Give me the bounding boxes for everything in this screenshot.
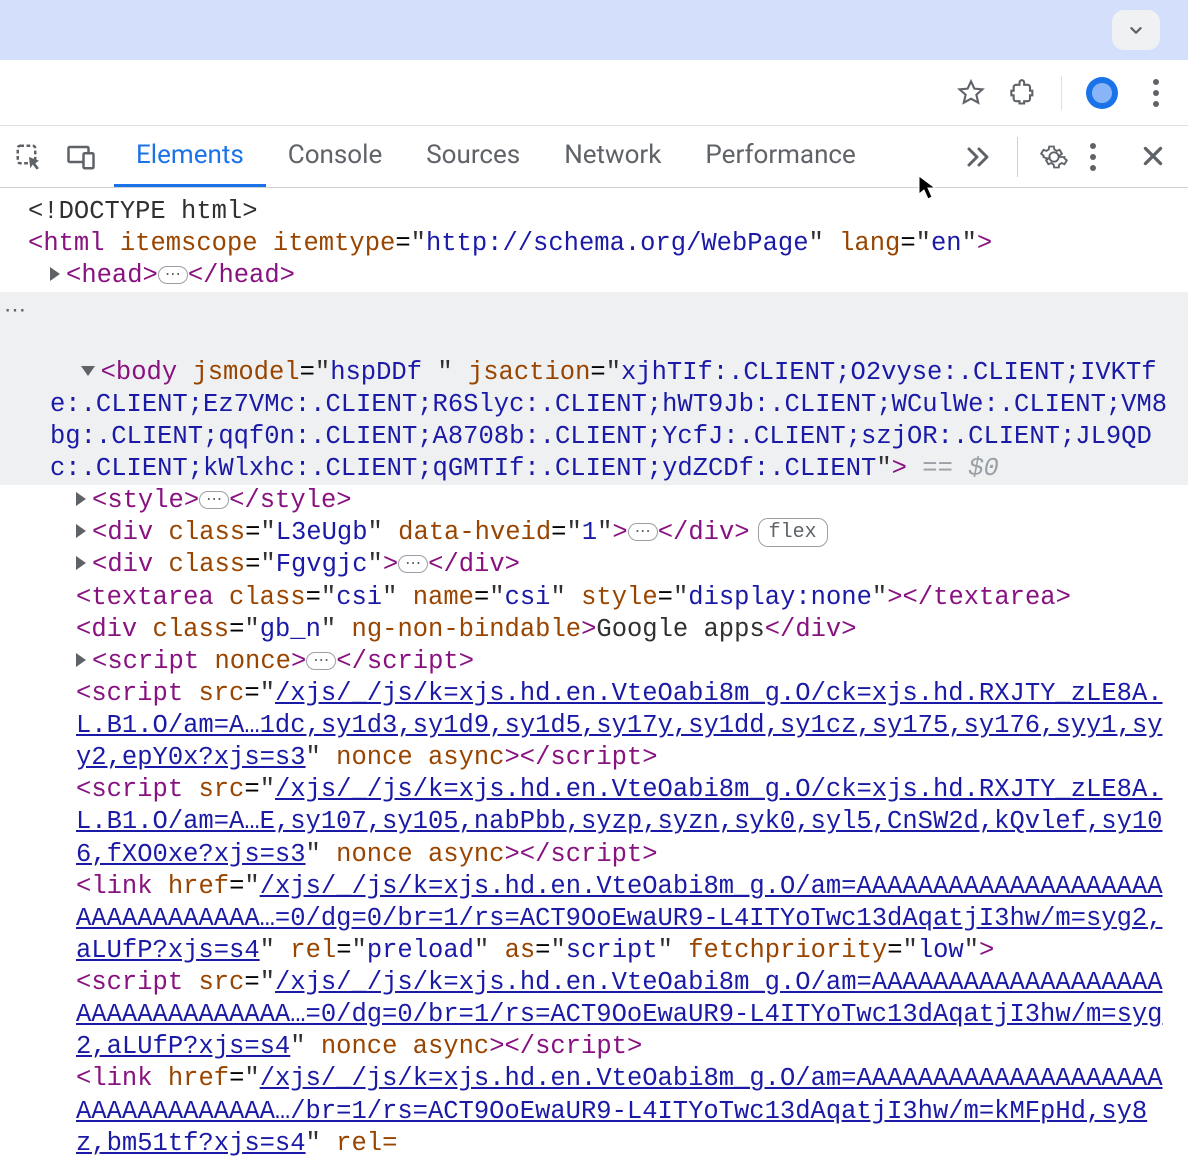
tab-sources[interactable]: Sources (404, 126, 542, 187)
inspect-element-icon[interactable] (14, 142, 44, 172)
more-tabs-button[interactable] (965, 145, 995, 169)
devtools-toolbar: Elements Console Sources Network Perform… (0, 126, 1188, 188)
dom-div-L3eUgb[interactable]: <div class="L3eUgb" data-hveid="1">⋯</di… (0, 517, 1188, 549)
ellipsis-icon[interactable]: ⋯ (199, 491, 229, 509)
tabs-dropdown-button[interactable] (1112, 10, 1160, 50)
dom-style[interactable]: <style>⋯</style> (0, 485, 1188, 517)
dom-link-1[interactable]: <link href="/xjs/_/js/k=xjs.hd.en.VteOab… (0, 871, 1188, 967)
browser-toolbar (0, 60, 1188, 126)
devtools-tabs: Elements Console Sources Network Perform… (114, 126, 878, 187)
browser-menu-button[interactable] (1142, 79, 1170, 107)
ellipsis-icon[interactable]: ⋯ (628, 523, 658, 541)
close-icon (1140, 143, 1166, 169)
dom-script-src-2[interactable]: <script src="/xjs/_/js/k=xjs.hd.en.VteOa… (0, 774, 1188, 870)
ellipsis-icon[interactable]: ⋯ (398, 555, 428, 573)
device-toolbar-icon[interactable] (66, 142, 96, 172)
profile-avatar[interactable] (1086, 77, 1118, 109)
gear-icon (1040, 143, 1068, 171)
close-devtools-button[interactable] (1140, 143, 1168, 171)
extensions-icon[interactable] (1009, 79, 1037, 107)
dom-doctype[interactable]: <!DOCTYPE html> (0, 196, 1188, 228)
expand-arrow-icon[interactable] (76, 492, 86, 506)
settings-button[interactable] (1040, 143, 1068, 171)
dots-vertical-icon (1153, 79, 1159, 107)
dom-link-2[interactable]: <link href="/xjs/_/js/k=xjs.hd.en.VteOab… (0, 1063, 1188, 1159)
expand-arrow-icon[interactable] (76, 556, 86, 570)
ellipsis-icon[interactable]: ⋯ (158, 266, 188, 284)
dom-div-gbn[interactable]: <div class="gb_n" ng-non-bindable>Google… (0, 614, 1188, 646)
devtools-menu-button[interactable] (1090, 143, 1118, 171)
toolbar-divider (1017, 137, 1018, 177)
expand-arrow-icon[interactable] (76, 524, 86, 538)
flex-badge[interactable]: flex (758, 518, 828, 547)
dots-vertical-icon (1090, 143, 1118, 171)
browser-tab-strip (0, 0, 1188, 60)
selection-dots-icon: ⋯ (4, 298, 24, 326)
dom-script-src-3[interactable]: <script src="/xjs/_/js/k=xjs.hd.en.VteOa… (0, 967, 1188, 1063)
dom-html-open[interactable]: <html itemscope itemtype="http://schema.… (0, 228, 1188, 260)
elements-dom-tree[interactable]: <!DOCTYPE html> <html itemscope itemtype… (0, 188, 1188, 1160)
bookmark-star-icon[interactable] (957, 79, 985, 107)
dom-div-Fgvgjc[interactable]: <div class="Fgvgjc">⋯</div> (0, 549, 1188, 581)
expand-arrow-icon[interactable] (76, 653, 86, 667)
double-chevron-right-icon (965, 145, 995, 169)
tab-console[interactable]: Console (266, 126, 404, 187)
expand-arrow-icon[interactable] (50, 267, 60, 281)
expand-arrow-open-icon[interactable] (81, 366, 95, 376)
tab-performance[interactable]: Performance (683, 126, 877, 187)
tab-network[interactable]: Network (542, 126, 683, 187)
ellipsis-icon[interactable]: ⋯ (306, 652, 336, 670)
dom-head[interactable]: <head>⋯</head> (0, 260, 1188, 292)
chevron-down-icon (1125, 19, 1147, 41)
tab-elements[interactable]: Elements (114, 126, 266, 187)
dom-body-selected[interactable]: ⋯ <body jsmodel="hspDDf " jsaction="xjhT… (0, 292, 1188, 485)
dom-script-nonce[interactable]: <script nonce>⋯</script> (0, 646, 1188, 678)
toolbar-divider (1061, 76, 1062, 110)
dom-textarea-csi[interactable]: <textarea class="csi" name="csi" style="… (0, 582, 1188, 614)
dom-script-src-1[interactable]: <script src="/xjs/_/js/k=xjs.hd.en.VteOa… (0, 678, 1188, 774)
